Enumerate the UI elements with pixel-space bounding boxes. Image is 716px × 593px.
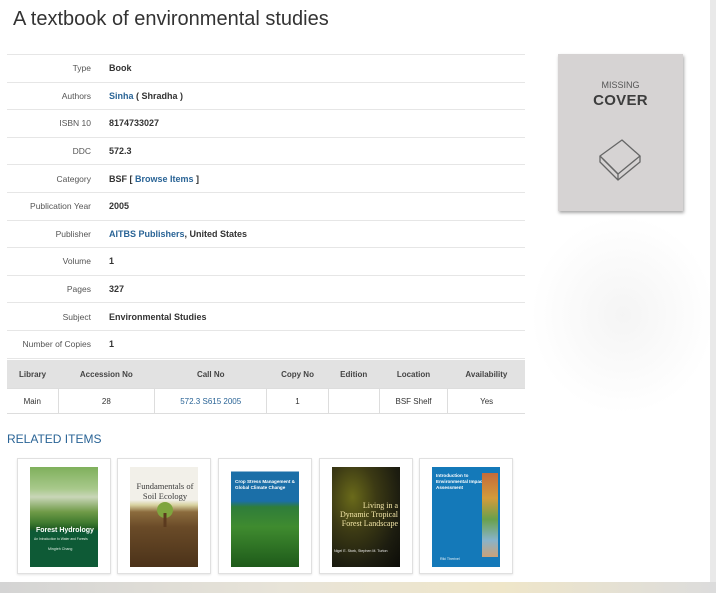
book-title: Living in a Dynamic Tropical Forest Land…	[340, 501, 398, 528]
author-rest: ( Shradha )	[133, 90, 184, 101]
related-book-4[interactable]: Living in a Dynamic Tropical Forest Land…	[319, 458, 413, 574]
cell-callno-link[interactable]: 572.3 S615 2005	[154, 388, 268, 414]
detail-label: Publication Year	[30, 201, 91, 212]
bracket-open: [	[127, 173, 135, 184]
book-title: Introduction to Environmental Impact Ass…	[436, 473, 484, 490]
detail-row-copies: Number of Copies 1	[7, 329, 525, 359]
book-title: Fundamentals of Soil Ecology	[136, 481, 194, 501]
book-title: Forest Hydrology	[36, 527, 94, 534]
author-link[interactable]: Sinha	[109, 91, 134, 101]
detail-row-pages: Pages 327	[7, 274, 525, 303]
detail-label: Authors	[61, 90, 91, 101]
cell-accession: 28	[58, 388, 156, 414]
col-header-edition: Edition	[328, 360, 380, 389]
related-book-1[interactable]: Forest Hydrology An Introduction to Wate…	[17, 458, 111, 574]
detail-label: DDC	[72, 146, 91, 157]
col-header-callno: Call No	[154, 360, 267, 389]
detail-label: Pages	[66, 284, 91, 295]
detail-row-authors: Authors Sinha ( Shradha )	[7, 81, 525, 110]
detail-label: Publisher	[55, 228, 91, 239]
detail-value: 2005	[109, 201, 130, 212]
detail-row-category: Category BSF [ Browse Items ]	[7, 164, 525, 192]
detail-value: Book	[109, 63, 132, 74]
col-header-location: Location	[379, 360, 448, 389]
detail-value: Environmental Studies	[109, 311, 207, 322]
book-cover-eia: Introduction to Environmental Impact Ass…	[432, 467, 500, 567]
detail-row-publisher: Publisher AITBS Publishers, United State…	[7, 219, 525, 248]
detail-value: 1	[109, 339, 115, 350]
detail-row-isbn: ISBN 10 8174733027	[7, 109, 525, 137]
book-subtitle: An Introduction to Water and Forests	[34, 537, 88, 541]
detail-row-ddc: DDC 572.3	[7, 136, 525, 165]
detail-row-volume: Volume 1	[7, 247, 525, 275]
book-icon	[599, 139, 641, 181]
cell-copyno: 1	[266, 388, 329, 414]
cell-library: Main	[7, 388, 59, 414]
detail-label: Category	[56, 173, 92, 184]
details-table: Type Book Authors Sinha ( Shradha ) ISBN…	[7, 54, 525, 359]
detail-value: 8174733027	[109, 118, 160, 129]
book-cover-soil-ecology: Fundamentals of Soil Ecology	[130, 467, 198, 567]
book-author: Mingteh Chang	[48, 547, 73, 551]
cover-photo-strip	[482, 473, 498, 557]
col-header-accession: Accession No	[58, 360, 155, 389]
detail-value: 1	[109, 256, 115, 267]
book-author: Riki Therivel	[440, 557, 460, 561]
book-title: Crop Stress Management & Global Climate …	[235, 479, 295, 490]
detail-label: Volume	[62, 256, 91, 267]
detail-value: 327	[109, 284, 125, 295]
holdings-table: Library Accession No Call No Copy No Edi…	[7, 360, 525, 414]
detail-row-subject: Subject Environmental Studies	[7, 302, 525, 330]
missing-cover-image: MISSING COVER	[558, 54, 683, 211]
detail-label: Number of Copies	[22, 339, 91, 350]
tree-illustration-icon	[157, 502, 173, 527]
detail-label: ISBN 10	[59, 118, 91, 129]
taskbar-strip	[0, 582, 716, 593]
table-row: Main 28 572.3 S615 2005 1 BSF Shelf Yes	[7, 388, 525, 414]
col-header-library: Library	[7, 360, 59, 389]
publisher-rest: , United States	[184, 228, 248, 239]
detail-label: Type	[72, 63, 91, 74]
background-haze	[530, 215, 716, 415]
related-items-heading: RELATED ITEMS	[7, 432, 102, 446]
detail-row-year: Publication Year 2005	[7, 191, 525, 220]
book-cover-tropical-forest: Living in a Dynamic Tropical Forest Land…	[332, 467, 400, 567]
related-book-3[interactable]: Crop Stress Management & Global Climate …	[218, 458, 312, 574]
detail-row-type: Type Book	[7, 54, 525, 82]
publisher-link[interactable]: AITBS Publishers	[109, 229, 185, 239]
cover-missing-text: MISSING	[601, 80, 640, 90]
bracket-close: ]	[193, 173, 200, 184]
detail-label: Subject	[62, 311, 91, 322]
cover-cover-text: COVER	[593, 92, 648, 109]
col-header-copyno: Copy No	[266, 360, 329, 389]
book-author: Nigel E. Stork, Stephen M. Turton	[334, 549, 388, 553]
detail-value: 572.3	[109, 146, 132, 157]
book-cover-forest-hydrology: Forest Hydrology An Introduction to Wate…	[30, 467, 98, 567]
category-value: BSF	[109, 173, 127, 184]
page-title: A textbook of environmental studies	[13, 8, 329, 30]
cell-availability: Yes	[447, 388, 525, 414]
related-book-5[interactable]: Introduction to Environmental Impact Ass…	[419, 458, 513, 574]
cell-edition	[328, 388, 380, 414]
cell-location: BSF Shelf	[379, 388, 449, 414]
col-header-availability: Availability	[447, 360, 525, 389]
related-book-2[interactable]: Fundamentals of Soil Ecology	[117, 458, 211, 574]
book-cover-crop-stress: Crop Stress Management & Global Climate …	[231, 467, 299, 567]
browse-items-link[interactable]: Browse Items	[135, 174, 194, 184]
